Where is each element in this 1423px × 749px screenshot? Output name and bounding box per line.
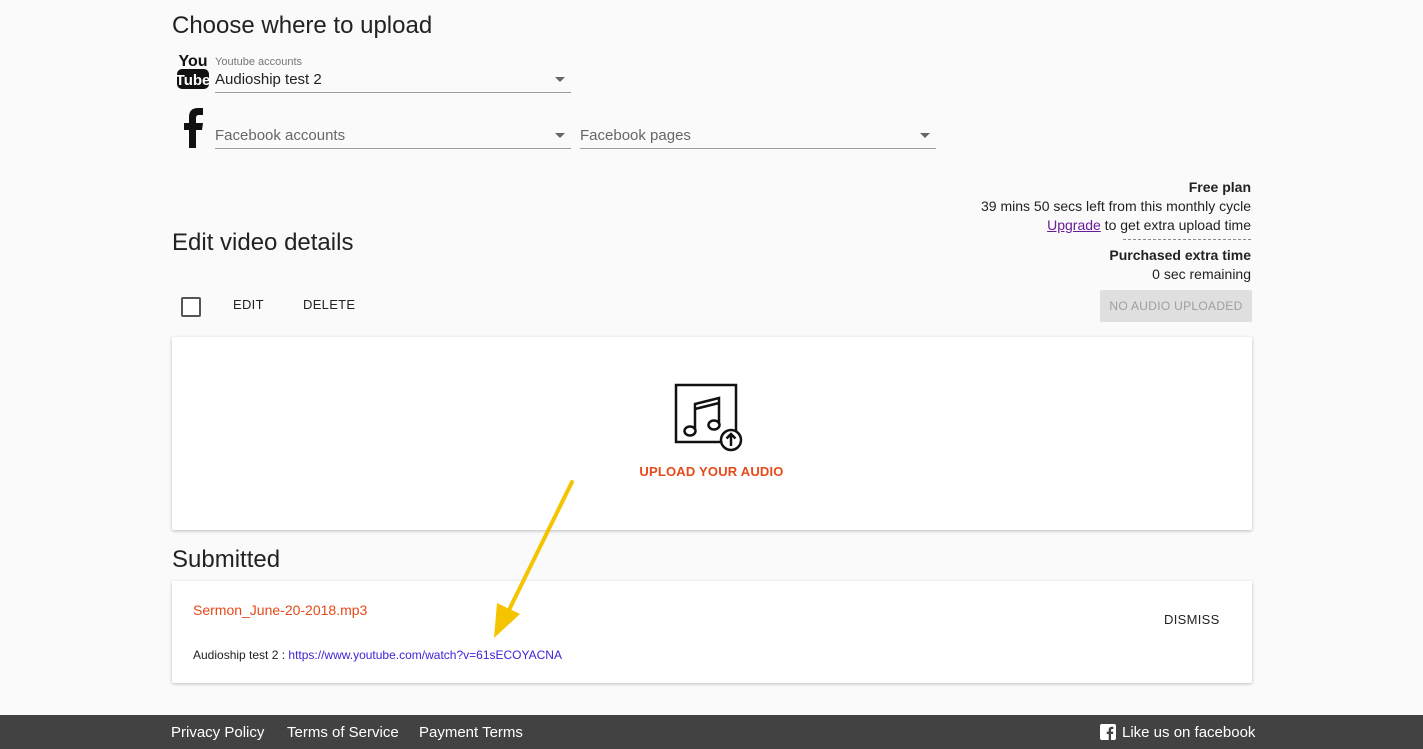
upgrade-suffix: to get extra upload time <box>1100 217 1251 233</box>
submitted-result-line: Audioship test 2 : https://www.youtube.c… <box>193 648 562 662</box>
chevron-down-icon <box>555 77 565 82</box>
edit-section-title: Edit video details <box>172 229 354 256</box>
upgrade-link[interactable]: Upgrade <box>1047 217 1101 233</box>
chevron-down-icon <box>920 133 930 138</box>
select-all-checkbox[interactable] <box>181 297 201 317</box>
privacy-policy-link[interactable]: Privacy Policy <box>171 724 264 741</box>
svg-text:You: You <box>178 53 207 70</box>
facebook-accounts-placeholder: Facebook accounts <box>215 127 346 144</box>
youtube-accounts-select[interactable]: Youtube accounts Audioship test 2 <box>215 56 571 93</box>
extra-time-remaining: 0 sec remaining <box>1152 266 1251 282</box>
upload-section-title: Choose where to upload <box>172 12 433 39</box>
youtube-accounts-label: Youtube accounts <box>215 56 303 68</box>
edit-button[interactable]: EDIT <box>233 297 264 312</box>
plan-title: Free plan <box>1188 179 1251 195</box>
svg-text:Tube: Tube <box>176 72 210 89</box>
youtube-accounts-value: Audioship test 2 <box>215 71 322 88</box>
submitted-section-title: Submitted <box>172 546 281 573</box>
terms-of-service-link[interactable]: Terms of Service <box>287 724 399 741</box>
dismiss-button[interactable]: DISMISS <box>1164 612 1220 627</box>
facebook-pages-select[interactable]: Facebook pages <box>580 126 936 149</box>
facebook-pages-placeholder: Facebook pages <box>580 127 691 144</box>
youtube-logo-icon: You Tube <box>176 53 210 89</box>
music-upload-icon[interactable] <box>673 382 745 454</box>
payment-terms-link[interactable]: Payment Terms <box>419 724 523 741</box>
facebook-logo-icon <box>184 108 203 148</box>
plan-divider <box>1123 239 1251 240</box>
like-us-facebook-link[interactable]: Like us on facebook <box>1122 724 1255 741</box>
chevron-down-icon <box>555 133 565 138</box>
plan-info: Free plan 39 mins 50 secs left from this… <box>951 178 1251 284</box>
footer: Privacy Policy Terms of Service Payment … <box>0 715 1423 749</box>
submitted-account: Audioship test 2 : <box>193 648 289 662</box>
youtube-video-link[interactable]: https://www.youtube.com/watch?v=61sECOYA… <box>288 648 562 662</box>
facebook-square-icon[interactable] <box>1100 724 1116 740</box>
plan-upgrade-line: Upgrade to get extra upload time <box>951 216 1251 235</box>
submitted-item-card <box>172 581 1252 683</box>
plan-remaining: 39 mins 50 secs left from this monthly c… <box>981 198 1251 214</box>
extra-time-title: Purchased extra time <box>1109 247 1251 263</box>
submitted-filename: Sermon_June-20-2018.mp3 <box>193 602 368 618</box>
facebook-accounts-select[interactable]: Facebook accounts <box>215 126 571 149</box>
upload-audio-label[interactable]: UPLOAD YOUR AUDIO <box>600 464 823 479</box>
delete-button[interactable]: DELETE <box>303 297 355 312</box>
no-audio-uploaded-button[interactable]: NO AUDIO UPLOADED <box>1100 290 1252 322</box>
